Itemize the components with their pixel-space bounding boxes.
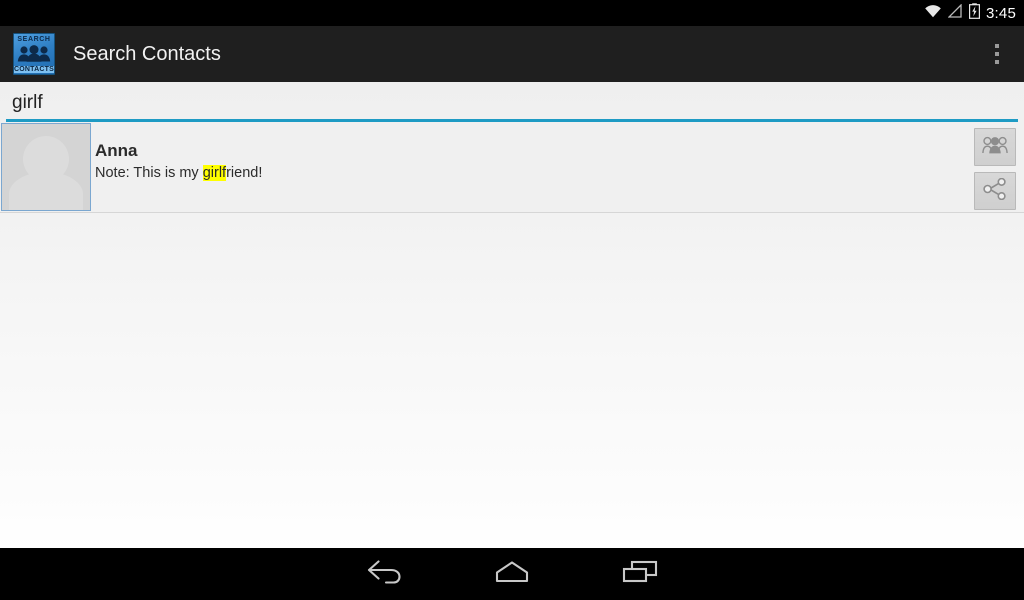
contact-note: Note: This is my girlfriend!: [95, 164, 974, 184]
share-icon: [983, 177, 1007, 205]
contact-text-block: Anna Note: This is my girlfriend!: [91, 122, 974, 184]
contact-note-highlight: girlf: [202, 165, 227, 182]
contact-note-prefix: Note: This is my: [95, 165, 203, 182]
contact-avatar-placeholder: [1, 123, 91, 211]
contact-row-actions: [974, 122, 1024, 210]
share-contact-button[interactable]: [974, 172, 1016, 210]
avatar-body-shape: [9, 172, 83, 210]
overflow-dot: [995, 60, 999, 64]
overflow-dot: [995, 52, 999, 56]
status-bar-clock: 3:45: [986, 4, 1016, 22]
people-group-icon: [982, 136, 1008, 159]
status-bar-icons: [924, 2, 981, 24]
search-field-container: [0, 82, 1024, 122]
search-results-list: Anna Note: This is my girlfriend!: [0, 122, 1024, 213]
contact-result-row[interactable]: Anna Note: This is my girlfriend!: [0, 122, 1024, 213]
search-contacts-app-icon: SEARCH CONTACTS: [13, 33, 55, 75]
overflow-menu-button[interactable]: [980, 31, 1014, 77]
main-content: Anna Note: This is my girlfriend!: [0, 82, 1024, 548]
app-icon-top-label: SEARCH: [17, 36, 51, 43]
view-contact-button[interactable]: [974, 128, 1016, 166]
app-icon-bottom-label: CONTACTS: [14, 66, 54, 73]
wifi-icon: [924, 4, 942, 23]
navigation-bar: [0, 548, 1024, 600]
android-screen: 3:45 SEARCH CONTACTS Search Contacts gir…: [0, 0, 1024, 600]
nav-recents-button[interactable]: [576, 548, 704, 600]
contact-name: Anna: [95, 141, 138, 160]
signal-icon: [947, 2, 963, 23]
battery-charging-icon: [969, 2, 981, 24]
home-icon: [492, 559, 532, 590]
nav-back-button[interactable]: [320, 548, 448, 600]
contact-note-suffix: riend!: [226, 165, 263, 182]
overflow-dot: [995, 44, 999, 48]
recents-icon: [621, 559, 659, 590]
nav-home-button[interactable]: [448, 548, 576, 600]
app-bar-title: Search Contacts: [73, 42, 221, 65]
search-input[interactable]: [6, 90, 1018, 122]
app-bar: SEARCH CONTACTS Search Contacts: [0, 26, 1024, 82]
app-icon-people-glyph: [14, 45, 54, 67]
status-bar: 3:45: [0, 0, 1024, 26]
back-arrow-icon: [365, 559, 403, 590]
